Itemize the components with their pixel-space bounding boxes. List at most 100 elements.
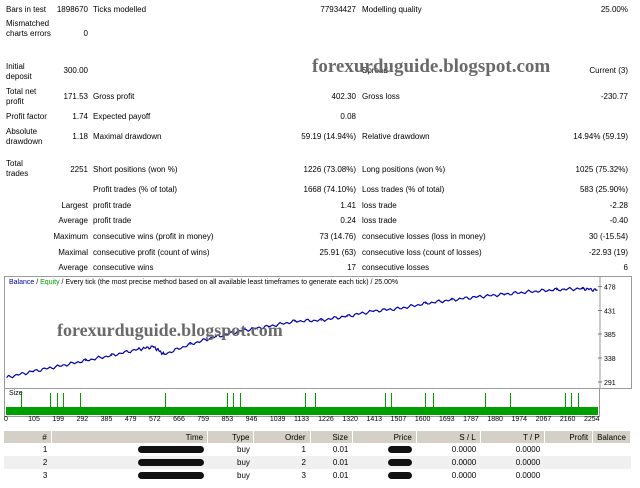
cell-profit	[544, 443, 592, 456]
balance-point	[451, 299, 453, 301]
ptrades-label: Profit trades (% of total)	[93, 185, 178, 194]
cell-size: 0.01	[332, 445, 349, 454]
redacted-time	[137, 472, 204, 480]
col-balance[interactable]: Balance	[592, 431, 631, 443]
maxl-loss-label: consecutive loss (count of losses)	[362, 248, 482, 257]
maxl-profit-value: 25.91 (63)	[319, 248, 356, 257]
payoff-value: 0.08	[340, 112, 356, 121]
balance-point	[582, 288, 584, 290]
short-label: Short positions (won %)	[93, 165, 178, 174]
x-tick-label: 105	[28, 416, 40, 423]
size-bar	[578, 393, 579, 407]
deposit-value: 300.00	[63, 66, 88, 75]
reldd-label: Relative drawdown	[362, 132, 430, 141]
average-pt-value: 0.24	[340, 216, 356, 225]
x-tick-label: 1039	[269, 416, 286, 423]
size-bar	[80, 393, 81, 407]
balance-point	[399, 307, 401, 310]
cell-balance	[593, 469, 631, 482]
cell-sl: 0.0000	[451, 445, 477, 454]
balance-point	[320, 319, 322, 321]
cell-sl: 0.0000	[416, 456, 481, 469]
col-tp[interactable]: T / P	[480, 431, 545, 443]
cell-price	[352, 443, 416, 456]
cell-size: 0.01	[332, 471, 349, 480]
size-bar	[315, 393, 316, 407]
grossprofit-label: Gross profit	[93, 92, 135, 101]
largest-pt-value: 1.41	[340, 201, 356, 210]
average-lt-value: -0.40	[609, 216, 628, 225]
balance-point	[111, 354, 113, 357]
col-number[interactable]: #	[4, 431, 52, 443]
x-tick-label: 1600	[414, 416, 431, 423]
size-bar	[385, 393, 386, 407]
avgc-label: Average	[58, 263, 88, 272]
netprofit-value: 171.53	[63, 92, 88, 101]
table-row[interactable]: 3 buy 3 0.01 0.0000 0.0000	[4, 469, 631, 482]
maxl-loss-value: -22.93 (19)	[588, 248, 628, 257]
ticks-value: 77934427	[320, 5, 356, 14]
y-tick-label: 338	[604, 356, 616, 363]
cell-balance	[593, 443, 631, 456]
x-tick-label: 385	[100, 416, 113, 423]
col-time[interactable]: Time	[51, 431, 209, 443]
ticks-label: Ticks modelled	[93, 5, 147, 14]
cell-tp: 0.0000	[515, 471, 541, 480]
chart-legend: Balance / Equity / Every tick (the most …	[9, 279, 398, 286]
redacted-price	[388, 472, 413, 480]
balance-point	[556, 289, 558, 291]
col-price[interactable]: Price	[352, 431, 417, 443]
balance-point	[596, 289, 598, 291]
y-tick-label: 291	[604, 380, 616, 387]
x-tick-label: 1320	[342, 416, 358, 423]
x-tick-label: 1133	[294, 416, 310, 423]
col-order[interactable]: Order	[253, 431, 311, 443]
cell-size: 0.01	[310, 456, 353, 469]
balance-point	[152, 346, 155, 348]
x-tick-label: 1880	[487, 416, 503, 423]
x-tick-label: 1226	[318, 416, 334, 423]
ltrades-label: Loss trades (% of total)	[362, 185, 445, 194]
trades-table: # Time Type Order Size Price S / L T / P…	[4, 431, 631, 482]
maxc-label: Maximum	[53, 232, 88, 241]
maxc-wins-value: 73 (14.76)	[319, 232, 356, 241]
long-value: 1025 (75.32%)	[575, 165, 628, 174]
payoff-label: Expected payoff	[93, 112, 151, 121]
col-profit[interactable]: Profit	[544, 431, 594, 443]
cell-number: 3	[42, 471, 48, 480]
y-tick-label: 478	[604, 285, 616, 292]
watermark-top: forexurduguide.blogspot.com	[312, 56, 551, 77]
largest-pt-label: profit trade	[93, 201, 132, 210]
table-row[interactable]: 1 buy 1 0.01 0.0000 0.0000	[4, 443, 631, 456]
balance-point	[372, 310, 375, 312]
col-sl[interactable]: S / L	[416, 431, 481, 443]
average-lt-label: loss trade	[362, 216, 397, 225]
table-header-row: # Time Type Order Size Price S / L T / P…	[4, 431, 631, 443]
avgc-losses-value: 6	[623, 263, 628, 272]
col-type[interactable]: Type	[207, 431, 255, 443]
avgc-wins-label: consecutive wins	[93, 263, 154, 272]
x-tick-label: 759	[197, 416, 210, 423]
maxl-label: Maximal	[58, 248, 88, 257]
size-bar	[240, 393, 241, 407]
size-bar	[571, 393, 572, 407]
x-tick-label: 1507	[390, 416, 407, 423]
balance-point	[294, 320, 296, 322]
avgc-wins-value: 17	[347, 263, 356, 272]
size-bar	[391, 393, 392, 407]
cell-number: 1	[42, 445, 48, 454]
grossprofit-value: 402.30	[331, 92, 356, 101]
balance-point	[6, 376, 8, 378]
cell-time	[51, 456, 208, 469]
balance-point	[346, 315, 348, 317]
table-row[interactable]: 2 buy 2 0.01 0.0000 0.0000	[4, 456, 631, 469]
col-size[interactable]: Size	[310, 431, 353, 443]
size-bar	[50, 393, 51, 407]
x-axis-labels: 0 105 199 292 385 479 572 666 759 853 946 1039 1133 1…	[4, 416, 600, 426]
largest-lt-value: -2.28	[609, 201, 628, 210]
size-bar	[565, 393, 566, 407]
x-tick-label: 1413	[366, 416, 383, 423]
x-tick-label: 853	[221, 416, 234, 423]
cell-profit	[544, 456, 593, 469]
average-pt-label: profit trade	[93, 216, 132, 225]
